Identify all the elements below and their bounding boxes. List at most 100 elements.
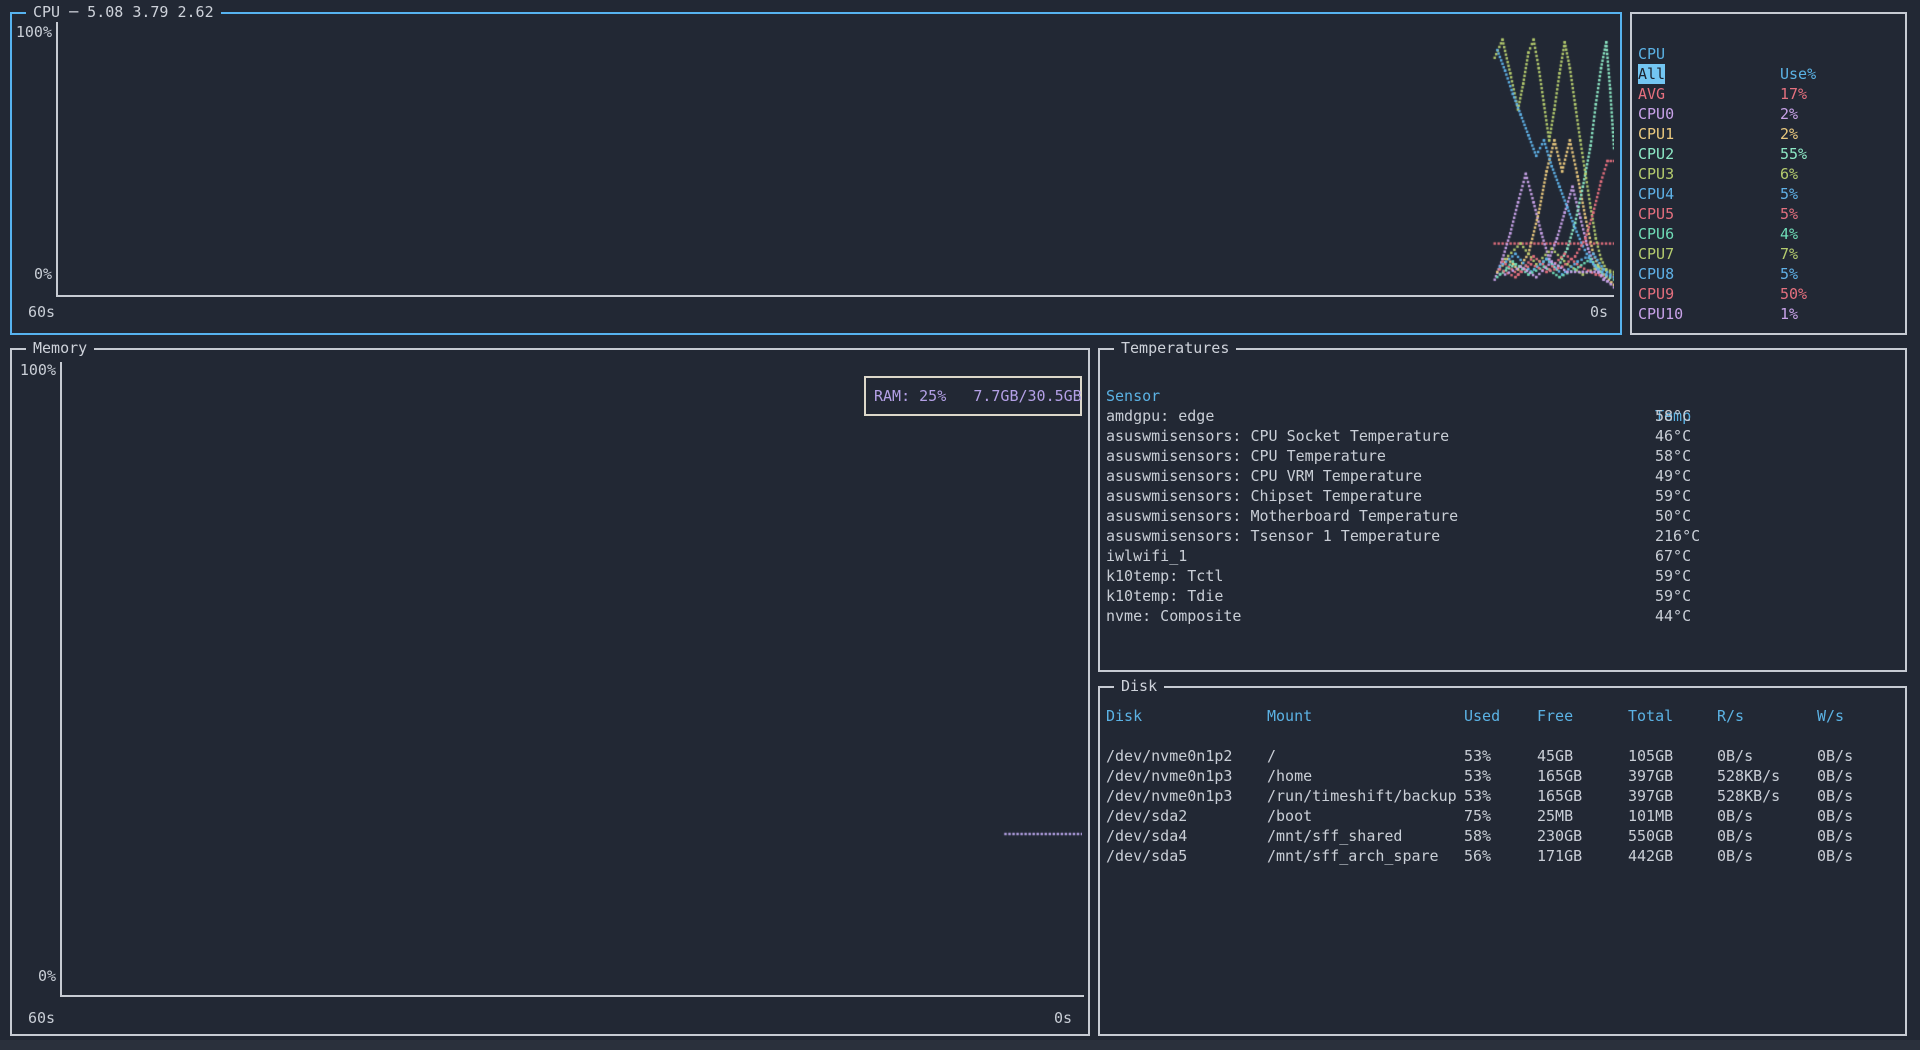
cpu-row-usage: 5% [1780, 204, 1798, 224]
disk-used: 75% [1464, 806, 1491, 826]
cpu-row-avg[interactable]: AVG 17% [1632, 84, 1905, 104]
cpu-panel-title: CPU ─ 5.08 3.79 2.62 [26, 2, 221, 22]
temperature-row[interactable]: k10temp: Tdie59°C [1100, 586, 1905, 606]
temperature-row[interactable]: asuswmisensors: CPU VRM Temperature 49°C [1100, 466, 1905, 486]
sensor-name: asuswmisensors: Tsensor 1 Temperature [1106, 526, 1440, 546]
disk-read-rate: 0B/s [1717, 746, 1753, 766]
cpu-row-cpu9[interactable]: CPU950% [1632, 284, 1905, 304]
memory-y-max-label: 100% [14, 360, 56, 380]
cpu-row-label: CPU9 [1638, 284, 1674, 304]
sensor-name: iwlwifi_1 [1106, 546, 1187, 566]
cpu-row-cpu0[interactable]: CPU0 2% [1632, 104, 1905, 124]
cpu-row-cpu7[interactable]: CPU77% [1632, 244, 1905, 264]
temperature-row[interactable]: asuswmisensors: Chipset Temperature59°C [1100, 486, 1905, 506]
disk-write-rate: 0B/s [1817, 846, 1853, 866]
disk-mount: /boot [1267, 806, 1312, 826]
disk-row[interactable]: /dev/sda5/mnt/sff_arch_spare56%171GB442G… [1100, 846, 1905, 866]
cpu-row-label: CPU0 [1638, 104, 1674, 124]
disk-header-disk-total: Total [1628, 706, 1673, 726]
cpu-row-label: CPU5 [1638, 204, 1674, 224]
cpu-row-cpu1[interactable]: CPU12% [1632, 124, 1905, 144]
temperature-row[interactable]: asuswmisensors: CPU Socket Temperature46… [1100, 426, 1905, 446]
cpu-row-cpu10[interactable]: CPU101% [1632, 304, 1905, 324]
cpu-row-label: AVG [1638, 84, 1665, 104]
cpu-row-usage: 2% [1780, 104, 1798, 124]
disk-total: 550GB [1628, 826, 1673, 846]
disk-write-rate: 0B/s [1817, 806, 1853, 826]
cpu-row-usage: 6% [1780, 164, 1798, 184]
memory-x-left-label: 60s [28, 1008, 55, 1028]
disk-read-rate: 528KB/s [1717, 786, 1780, 806]
disk-mount: /run/timeshift/backup [1267, 786, 1457, 806]
cpu-row-usage: 55% [1780, 144, 1807, 164]
disk-row[interactable]: /dev/nvme0n1p2/53%45GB105GB0B/s0B/s [1100, 746, 1905, 766]
cpu-row-usage: 5% [1780, 264, 1798, 284]
disk-free: 165GB [1537, 766, 1582, 786]
sensor-name: asuswmisensors: Motherboard Temperature [1106, 506, 1458, 526]
sensor-name: k10temp: Tdie [1106, 586, 1223, 606]
temperature-row[interactable]: amdgpu: edge58°C [1100, 406, 1905, 426]
cpu-row-cpu8[interactable]: CPU8 5% [1632, 264, 1905, 284]
sensor-temp: 59°C [1655, 486, 1691, 506]
cpu-row-cpu4[interactable]: CPU45% [1632, 184, 1905, 204]
cpu-row-cpu6[interactable]: CPU64% [1632, 224, 1905, 244]
cpu-core-table-panel[interactable]: CPU Use% AllAVG17%CPU02%CPU12%CPU255%CPU… [1630, 12, 1907, 335]
temperature-row[interactable]: asuswmisensors: Motherboard Temperature 5… [1100, 506, 1905, 526]
disk-free: 171GB [1537, 846, 1582, 866]
cpu-row-usage: 17% [1780, 84, 1807, 104]
disk-used: 58% [1464, 826, 1491, 846]
disk-header: DiskMountUsedFreeTotalR/sW/s [1100, 706, 1905, 726]
temperature-row[interactable]: asuswmisensors: CPU Temperature58°C [1100, 446, 1905, 466]
sensor-name: asuswmisensors: CPU VRM Temperature [1106, 466, 1422, 486]
disk-free: 25MB [1537, 806, 1573, 826]
cpu-row-all[interactable]: All [1632, 64, 1905, 84]
cpu-row-label: CPU6 [1638, 224, 1674, 244]
disk-row[interactable]: /dev/nvme0n1p3/home53%165GB397GB528KB/s0… [1100, 766, 1905, 786]
sensor-temp: 50°C [1655, 506, 1691, 526]
disk-device: /dev/sda4 [1106, 826, 1187, 846]
cpu-usage-graph [58, 24, 1614, 294]
disk-mount: / [1267, 746, 1276, 766]
disk-header-disk-mount: Mount [1267, 706, 1312, 726]
cpu-row-label: CPU2 [1638, 144, 1674, 164]
memory-panel[interactable]: Memory 100% 0% RAM: 25% 7.7GB/30.5GB 60s… [10, 348, 1090, 1036]
cpu-panel[interactable]: CPU ─ 5.08 3.79 2.62 100% 0% 60s 0s [10, 12, 1622, 335]
disk-panel[interactable]: Disk DiskMountUsedFreeTotalR/sW/s /dev/n… [1098, 686, 1907, 1036]
sensor-temp: 49°C [1655, 466, 1691, 486]
disk-used: 56% [1464, 846, 1491, 866]
disk-total: 105GB [1628, 746, 1673, 766]
disk-used: 53% [1464, 746, 1491, 766]
cpu-row-cpu5[interactable]: CPU5 5% [1632, 204, 1905, 224]
disk-row[interactable]: /dev/sda2/boot75%25MB101MB0B/s0B/s [1100, 806, 1905, 826]
cpu-y-max-label: 100% [14, 22, 52, 42]
disk-read-rate: 0B/s [1717, 846, 1753, 866]
temperatures-panel[interactable]: Temperatures Sensor Temp amdgpu: edge58°… [1098, 348, 1907, 672]
cpu-table-header-cpu: CPU [1638, 44, 1665, 64]
memory-y-min-label: 0% [14, 966, 56, 986]
disk-read-rate: 528KB/s [1717, 766, 1780, 786]
cpu-x-right-label: 0s [1572, 302, 1608, 322]
cpu-row-cpu3[interactable]: CPU36% [1632, 164, 1905, 184]
temperature-row[interactable]: k10temp: Tctl59°C [1100, 566, 1905, 586]
cpu-row-label: CPU8 [1638, 264, 1674, 284]
sensor-name: asuswmisensors: CPU Socket Temperature [1106, 426, 1449, 446]
sensor-temp: 67°C [1655, 546, 1691, 566]
disk-write-rate: 0B/s [1817, 786, 1853, 806]
disk-free: 45GB [1537, 746, 1573, 766]
cpu-x-axis [56, 295, 1614, 297]
cpu-table-header: CPU Use% [1632, 24, 1905, 44]
disk-row[interactable]: /dev/sda4/mnt/sff_shared58%230GB550GB0B/… [1100, 826, 1905, 846]
disk-mount: /mnt/sff_arch_spare [1267, 846, 1439, 866]
disk-used: 53% [1464, 786, 1491, 806]
disk-used: 53% [1464, 766, 1491, 786]
temperatures-header: Sensor Temp [1100, 366, 1905, 386]
temperature-row[interactable]: iwlwifi_1 67°C [1100, 546, 1905, 566]
sensor-name: asuswmisensors: CPU Temperature [1106, 446, 1386, 466]
cpu-row-usage: 5% [1780, 184, 1798, 204]
temperature-row[interactable]: nvme: Composite44°C [1100, 606, 1905, 626]
disk-row[interactable]: /dev/nvme0n1p3/run/timeshift/backup53%16… [1100, 786, 1905, 806]
temperature-row[interactable]: asuswmisensors: Tsensor 1 Temperature216… [1100, 526, 1905, 546]
cpu-row-cpu2[interactable]: CPU2 55% [1632, 144, 1905, 164]
cpu-x-left-label: 60s [28, 302, 55, 322]
memory-x-right-label: 0s [1022, 1008, 1072, 1028]
